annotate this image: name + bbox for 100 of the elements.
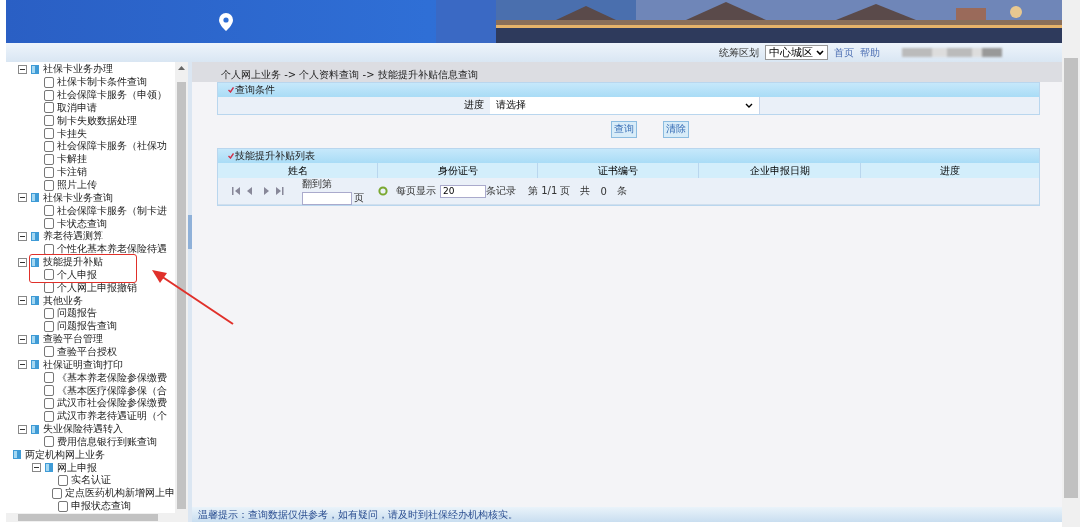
page-icon <box>44 179 54 191</box>
book-icon <box>30 256 40 268</box>
page-info: 第 1/1 页 <box>528 184 571 198</box>
tree-item[interactable]: 社保卡制卡条件查询 <box>57 75 147 90</box>
splitter-handle[interactable] <box>188 215 192 249</box>
caret-icon <box>816 49 824 56</box>
tree-item[interactable]: 社会保障卡服务（社保功 <box>57 139 167 154</box>
page-icon <box>44 76 54 88</box>
tree-item[interactable]: 社会保障卡服务（制卡进 <box>57 203 167 218</box>
book-icon <box>30 230 40 242</box>
tree-group[interactable]: 两定机构网上业务 <box>25 447 105 462</box>
tree-item[interactable]: 卡挂失 <box>57 126 87 141</box>
goto-label: 翻到第 <box>302 177 333 191</box>
scrollbar[interactable] <box>1062 0 1080 527</box>
tree-group[interactable]: 社保卡业务查询 <box>43 190 113 205</box>
tree-group[interactable]: 网上申报 <box>57 460 97 475</box>
collapse-toggle[interactable] <box>18 334 27 344</box>
tree-item[interactable]: 卡注销 <box>57 165 87 180</box>
tree-item[interactable]: 定点医药机构新增网上申 <box>65 486 175 501</box>
book-icon <box>30 359 40 371</box>
total-label: 共 <box>580 184 591 198</box>
page-icon <box>44 436 54 448</box>
total-suffix: 条 <box>616 184 627 198</box>
collapse-toggle[interactable] <box>18 424 27 434</box>
page-icon <box>44 397 54 409</box>
book-icon <box>30 295 40 307</box>
records-label: 条记录 <box>486 184 516 198</box>
breadcrumb: 个人网上业务 -> 个人资料查询 -> 技能提升补贴信息查询 <box>221 68 478 82</box>
tree-item[interactable]: 申报状态查询 <box>71 499 131 513</box>
book-icon <box>30 63 40 75</box>
page-icon <box>44 243 54 255</box>
scroll-up-icon[interactable] <box>178 66 185 70</box>
tree-item[interactable]: 个性化基本养老保险待遇 <box>57 242 167 257</box>
page-icon <box>44 218 54 230</box>
page-icon <box>44 89 54 101</box>
column-header: 企业申报日期 <box>699 163 861 178</box>
header-link[interactable]: 帮助 <box>860 45 880 60</box>
page-icon <box>44 115 54 127</box>
collapse-toggle[interactable] <box>18 231 27 241</box>
tree-item[interactable]: 卡解挂 <box>57 152 87 167</box>
region-select[interactable]: 中心城区 <box>765 45 828 60</box>
collapse-toggle[interactable] <box>18 193 27 203</box>
tree-item[interactable]: 费用信息银行到账查询 <box>57 434 157 449</box>
page-icon <box>44 410 54 422</box>
page-icon <box>44 320 54 332</box>
tree-item[interactable]: 个人申报 <box>57 267 97 282</box>
book-icon <box>30 423 40 435</box>
scrollbar[interactable] <box>175 62 188 513</box>
column-header: 进度 <box>939 164 961 178</box>
page-icon <box>58 474 68 486</box>
tree-item[interactable]: 卡状态查询 <box>57 216 107 231</box>
tree-item[interactable]: 武汉市养老待遇证明（个 <box>57 409 167 424</box>
tree-item[interactable]: 取消申请 <box>57 100 97 115</box>
tree-item[interactable]: 武汉市社会保险参保缴费 <box>57 396 167 411</box>
tree-group[interactable]: 社保卡业务办理 <box>43 62 113 77</box>
tree-group[interactable]: 社保证明查询打印 <box>43 357 123 372</box>
collapse-toggle[interactable] <box>32 463 41 473</box>
progress-select[interactable]: 请选择 <box>490 97 760 114</box>
tree-item[interactable]: 问题报告 <box>57 306 97 321</box>
tree-group[interactable]: 其他业务 <box>43 293 83 308</box>
tree-item[interactable]: 实名认证 <box>71 473 111 488</box>
tree-item[interactable]: 制卡失败数据处理 <box>57 113 137 128</box>
tree-group[interactable]: 查验平台管理 <box>43 332 103 347</box>
page-input[interactable] <box>302 192 352 205</box>
page-icon <box>44 102 54 114</box>
region-label: 统筹区划 <box>719 45 759 60</box>
book-icon <box>30 192 40 204</box>
tree-item[interactable]: 照片上传 <box>57 178 97 192</box>
per-page-label: 每页显示 <box>396 184 436 198</box>
scrollbar[interactable] <box>6 513 188 522</box>
tree-item[interactable]: 个人网上申报撤销 <box>57 280 137 295</box>
tree-group[interactable]: 养老待遇测算 <box>43 229 103 244</box>
tree-item[interactable]: 问题报告查询 <box>57 319 117 334</box>
column-header: 证书编号 <box>538 163 699 178</box>
collapse-toggle[interactable] <box>18 360 27 370</box>
book-icon <box>12 449 22 461</box>
tree-item[interactable]: 社会保障卡服务（申领） <box>57 88 167 103</box>
header-link[interactable]: 首页 <box>834 45 854 60</box>
tree-item[interactable]: 《基本养老保险参保缴费 <box>57 370 167 385</box>
collapse-toggle[interactable] <box>18 257 27 267</box>
tree-group[interactable]: 失业保险待遇转入 <box>43 422 123 437</box>
panel-title: 查询条件 <box>235 83 275 97</box>
collapse-toggle[interactable] <box>18 296 27 306</box>
check-icon <box>228 153 234 159</box>
footer-tip: 温馨提示：查询数据仅供参考，如有疑问，请及时到社保经办机构核实。 <box>198 507 518 522</box>
query-button[interactable]: 查询 <box>611 121 637 138</box>
panel-title: 技能提升补贴列表 <box>235 149 315 163</box>
book-icon <box>30 333 40 345</box>
page-icon <box>58 500 68 512</box>
page-icon <box>44 372 54 384</box>
clear-button[interactable]: 清除 <box>663 121 689 138</box>
tree-group[interactable]: 技能提升补贴 <box>43 255 103 270</box>
tree-item[interactable]: 《基本医疗保障参保（合 <box>57 383 167 398</box>
collapse-toggle[interactable] <box>18 64 27 74</box>
page-icon <box>44 141 54 152</box>
page-icon <box>44 282 54 294</box>
tree-item[interactable]: 查验平台授权 <box>57 345 117 359</box>
column-header: 姓名 <box>218 163 378 178</box>
per-page-input[interactable]: 20 <box>440 184 486 198</box>
total-count: 0 <box>600 185 607 197</box>
